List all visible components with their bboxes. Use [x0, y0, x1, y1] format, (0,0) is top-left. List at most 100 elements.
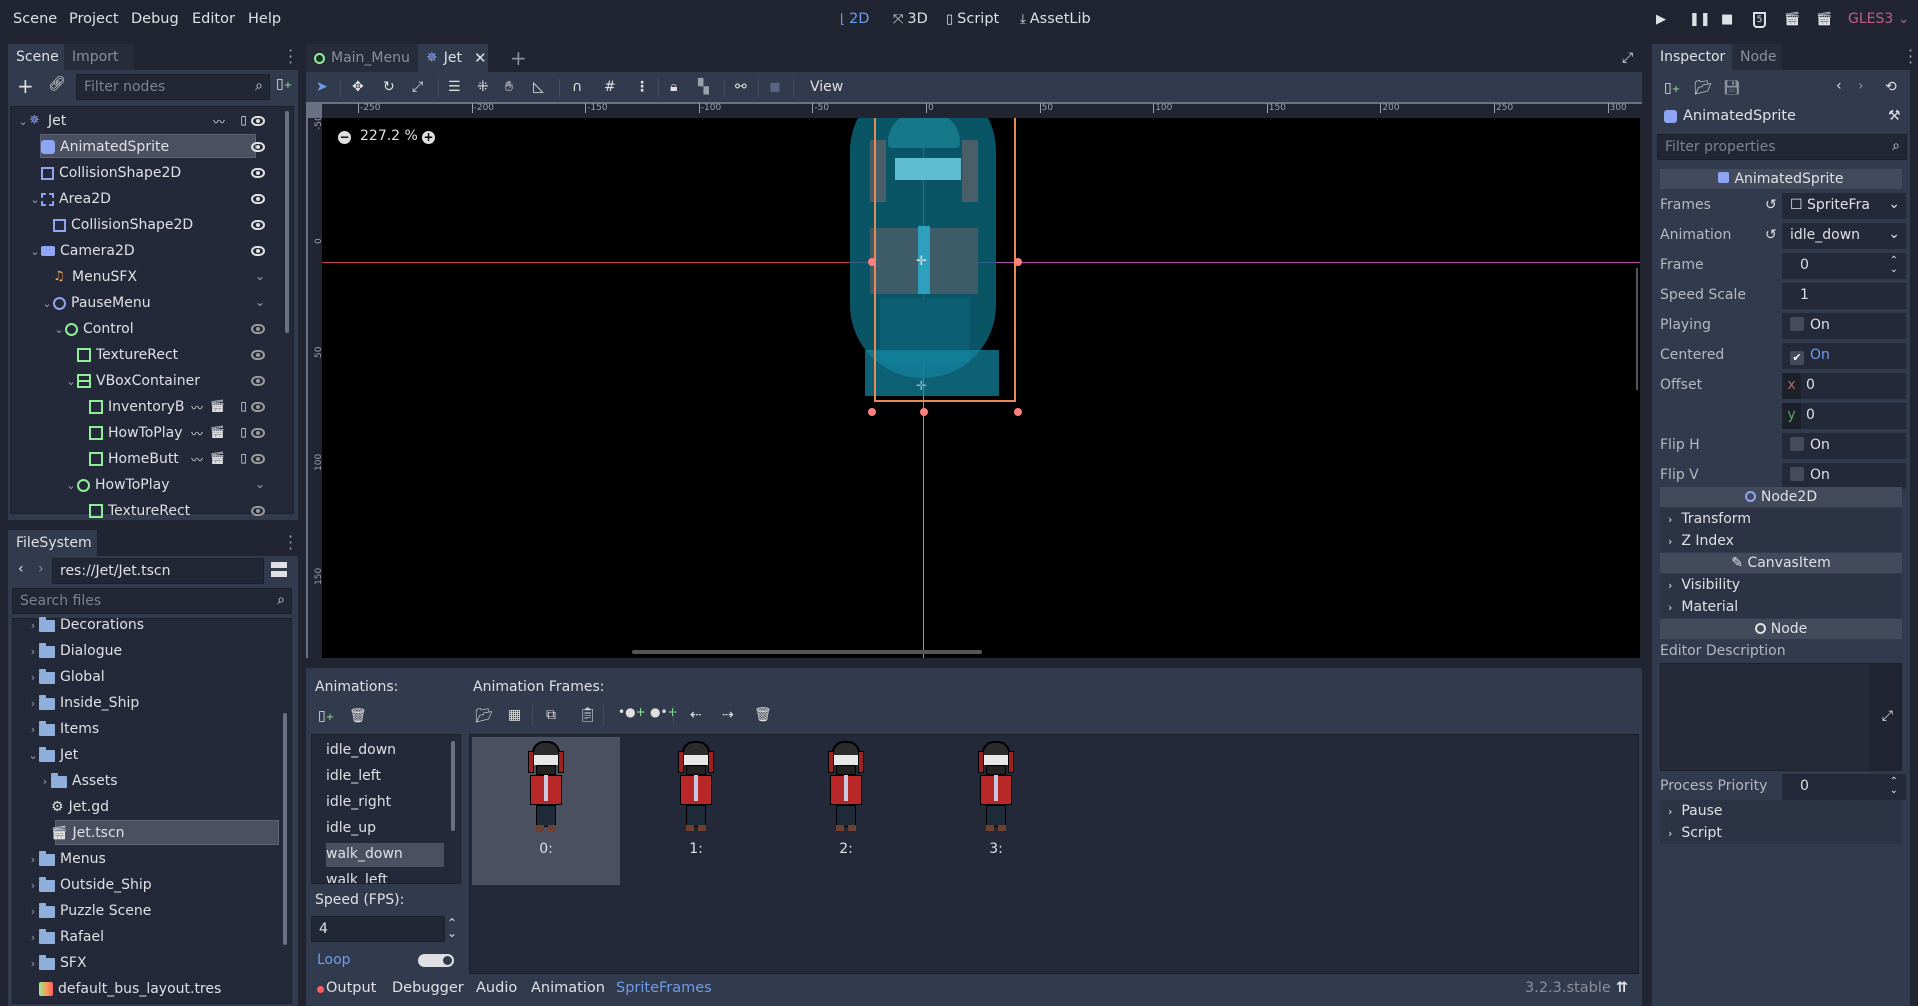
chevron-down-icon[interactable]: ⌄ [65, 375, 77, 388]
file-tree-item[interactable]: › Outside_Ship [27, 873, 152, 897]
file-tree-item[interactable]: › SFX [27, 951, 87, 975]
list-select-icon[interactable]: ☰ [448, 79, 461, 95]
visibility-inherited-icon[interactable]: ⌄ [255, 269, 265, 283]
scene-tree-item[interactable]: ♫ MenuSFX [41, 265, 137, 289]
scene-tree-item[interactable]: CollisionShape2D [41, 213, 193, 237]
play-icon[interactable]: ▶ [1656, 12, 1666, 27]
visibility-eye-icon[interactable] [251, 142, 265, 152]
visibility-eye-icon[interactable] [251, 506, 265, 516]
chevron-right-icon[interactable]: › [27, 645, 39, 658]
scene-tree-item[interactable]: CollisionShape2D [29, 161, 181, 185]
chevron-right-icon[interactable]: › [27, 853, 39, 866]
tab-jet[interactable]: ✵ Jet ✕ [418, 44, 488, 72]
group-transform[interactable]: › Transform [1660, 508, 1902, 530]
resize-handle[interactable] [868, 408, 876, 416]
scale-tool-icon[interactable]: ⤢ [412, 79, 423, 95]
group-pause[interactable]: › Pause [1660, 800, 1902, 822]
file-tree-scrollbar[interactable] [283, 713, 287, 945]
tab-output[interactable]: Output [326, 980, 376, 996]
group-icon[interactable]: 🎬︎ [210, 425, 225, 439]
script-icon[interactable]: ▯ [240, 113, 247, 127]
chevron-down-icon[interactable]: ⌄ [29, 245, 41, 258]
scene-tree-item[interactable]: ⌄ ✵ Jet [17, 109, 66, 133]
visibility-inherited-icon[interactable]: ⌄ [255, 477, 265, 491]
chevron-down-icon[interactable]: ⌄ [41, 297, 53, 310]
file-tree-item[interactable]: › Menus [27, 847, 106, 871]
new-animation-icon[interactable]: ▯+ [318, 708, 334, 724]
chevron-right-icon[interactable]: › [27, 931, 39, 944]
renderer-select[interactable]: GLES3 ⌄ [1848, 11, 1909, 27]
back-icon[interactable]: ‹ [18, 561, 24, 577]
speed-scale-input[interactable]: 1 [1782, 283, 1906, 309]
visibility-eye-icon[interactable] [251, 428, 265, 438]
visibility-eye-icon[interactable] [251, 246, 265, 256]
chevron-right-icon[interactable]: › [27, 879, 39, 892]
tab-audio[interactable]: Audio [476, 980, 517, 996]
tab-main-menu[interactable]: Main_Menu [306, 44, 418, 72]
flip-h-checkbox[interactable]: On [1782, 433, 1906, 459]
object-tools-icon[interactable]: ⚒ [1888, 108, 1901, 124]
history-back-icon[interactable]: ‹ [1836, 78, 1842, 94]
play-custom-scene-icon[interactable]: 🎬︎ [1816, 12, 1833, 27]
scene-tree-item[interactable]: ⌄ PauseMenu [41, 291, 150, 315]
dock-menu-icon[interactable]: · · · [288, 43, 293, 71]
script-icon[interactable]: ▯ [240, 399, 247, 413]
pivot-tool-icon[interactable]: ⁜ [477, 79, 489, 95]
visibility-inherited-icon[interactable]: ⌄ [255, 295, 265, 309]
close-tab-icon[interactable]: ✕ [474, 49, 487, 67]
chevron-right-icon[interactable]: › [27, 671, 39, 684]
tab-debugger[interactable]: Debugger [392, 980, 464, 996]
horizontal-scrollbar[interactable] [632, 650, 982, 654]
animation-list-item[interactable]: walk_down [326, 843, 444, 867]
scene-tree-item[interactable]: AnimatedSprite [29, 135, 169, 159]
tab-inspector[interactable]: Inspector [1652, 44, 1732, 70]
file-tree-item[interactable]: default_bus_layout.tres [27, 977, 221, 1001]
visibility-eye-icon[interactable] [251, 350, 265, 360]
tab-scene[interactable]: Scene [8, 44, 64, 70]
visibility-eye-icon[interactable] [251, 194, 265, 204]
path-input[interactable]: res://Jet/Jet.tscn [52, 558, 264, 584]
pan-tool-icon[interactable]: ✋︎ [505, 79, 513, 95]
chevron-right-icon[interactable]: › [27, 957, 39, 970]
offset-y-input[interactable]: y0 [1782, 403, 1906, 429]
chevron-right-icon[interactable]: › [27, 619, 39, 632]
snap-options-icon[interactable]: ⋮ [635, 79, 649, 95]
visibility-eye-icon[interactable] [251, 116, 265, 126]
search-files-input[interactable]: Search files ⌕ [12, 588, 292, 614]
visibility-eye-icon[interactable] [251, 168, 265, 178]
copy-frame-icon[interactable]: ⧉ [546, 707, 556, 723]
chevron-down-icon[interactable]: ⌄ [65, 479, 77, 492]
group-icon[interactable]: 🎬︎ [210, 399, 225, 413]
frame-thumbnail[interactable]: 0: [472, 737, 620, 885]
play-scene-icon[interactable]: 🎬︎ [1784, 12, 1801, 27]
filter-properties-input[interactable]: Filter properties ⌕ [1657, 134, 1907, 160]
insert-empty-before-icon[interactable]: •●+ [618, 705, 646, 719]
tab-node[interactable]: Node [1732, 44, 1782, 70]
chevron-right-icon[interactable]: › [27, 697, 39, 710]
resize-handle[interactable] [1014, 408, 1022, 416]
workspace-2d-button[interactable]: ⌊ 2D [840, 11, 869, 27]
scene-tree-item[interactable]: HowToPlay [77, 421, 182, 445]
file-tree-item[interactable]: › Assets [39, 769, 118, 793]
add-node-icon[interactable]: + [17, 74, 34, 98]
chevron-down-icon[interactable]: ⌄ [17, 115, 29, 128]
workspace-3d-button[interactable]: ⤧ 3D [893, 11, 928, 27]
signal-icon[interactable]: 〰 [191, 451, 203, 468]
visibility-eye-icon[interactable] [251, 454, 265, 464]
file-tree-item[interactable]: › Global [27, 665, 105, 689]
menu-debug[interactable]: Debug [131, 11, 179, 27]
frame-thumbnail[interactable]: 2: [772, 737, 920, 885]
html5-export-icon[interactable]: 5 [1753, 12, 1766, 28]
signal-icon[interactable]: 〰 [191, 399, 203, 416]
rotate-tool-icon[interactable]: ↻ [383, 79, 395, 95]
dock-menu-icon[interactable]: · · · [288, 529, 293, 557]
history-icon[interactable]: ⟲ [1885, 79, 1897, 95]
sprite-sheet-icon[interactable]: ▦ [508, 707, 521, 723]
resize-handle[interactable] [920, 408, 928, 416]
move-tool-icon[interactable]: ✥ [352, 79, 364, 95]
file-tree-item[interactable]: ⌄ Jet [27, 743, 78, 767]
delete-animation-icon[interactable]: 🗑︎ [349, 708, 367, 724]
offset-x-input[interactable]: x0 [1782, 373, 1906, 399]
flip-v-checkbox[interactable]: On [1782, 463, 1906, 489]
filter-nodes-input[interactable]: Filter nodes ⌕ [76, 74, 270, 100]
